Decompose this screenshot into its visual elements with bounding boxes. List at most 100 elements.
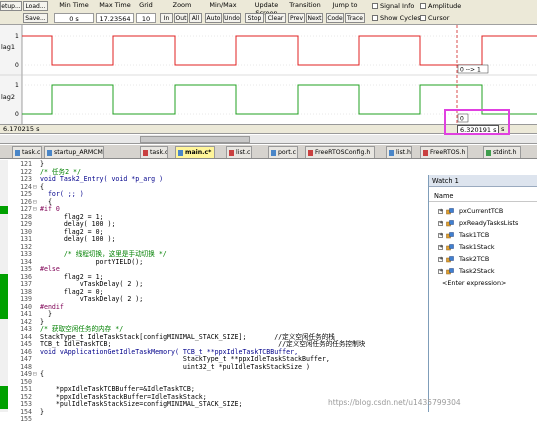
watch-name-column-header[interactable]: Name — [429, 191, 537, 202]
amplitude-checkbox[interactable]: Amplitude — [420, 2, 461, 10]
code-text: } — [40, 407, 44, 416]
transition-label: Transition — [289, 1, 321, 9]
watch-item-label: Task2Stack — [459, 267, 495, 275]
code-text: void Task2_Entry( void *p_arg ) — [40, 175, 164, 183]
expand-icon[interactable]: + — [438, 269, 443, 274]
expand-icon[interactable]: + — [438, 233, 443, 238]
fold-toggle-icon[interactable]: ⊟ — [33, 370, 39, 379]
code-button[interactable]: Code — [326, 13, 344, 23]
line-number: 155 — [20, 415, 32, 423]
tab-freertos-h[interactable]: FreeRTOS.h — [420, 146, 468, 158]
amplitude-label: Amplitude — [428, 2, 462, 10]
setup-button[interactable]: etup... — [0, 1, 22, 11]
prev-button[interactable]: Prev — [288, 13, 305, 23]
waveform-scrollbar-thumb[interactable] — [140, 136, 250, 143]
code-text: delay( 100 ); — [40, 235, 116, 243]
expand-icon[interactable]: + — [438, 221, 443, 226]
variable-icon — [446, 268, 454, 275]
tab-main-c[interactable]: main.c* — [175, 146, 215, 158]
watch-item-label: pxReadyTasksLists — [459, 219, 519, 227]
code-line[interactable]: 154} — [0, 407, 428, 417]
watch-item-label: Task1TCB — [459, 231, 490, 239]
cursor-label: Cursor — [428, 14, 450, 22]
zoom-in-button[interactable]: In — [160, 13, 173, 23]
watch-item-label: pxCurrentTCB — [459, 207, 504, 215]
code-line[interactable]: 131 delay( 100 ); — [0, 235, 428, 244]
code-text: *pulIdleTaskStackSize=configMINIMAL_STAC… — [40, 400, 243, 408]
tab-list-c[interactable]: list.c — [226, 146, 252, 158]
minmax-label: Min/Max — [209, 1, 237, 9]
execution-marker — [0, 393, 8, 401]
tab-freertosconfig-h[interactable]: FreeRTOSConfig.h — [305, 146, 375, 158]
watch-title: Watch 1 — [429, 175, 537, 187]
watch-item[interactable]: + Task2Stack — [429, 266, 537, 277]
fold-toggle-icon[interactable]: ⊟ — [33, 205, 39, 214]
code-line[interactable]: 139 vTaskDelay( 2 ); — [0, 295, 428, 304]
flag1-cursor-value: 0 --> 1 — [460, 67, 481, 74]
watch-item[interactable]: + pxCurrentTCB — [429, 206, 537, 217]
execution-marker — [0, 386, 8, 394]
signal-flag1-name: lag1 — [1, 43, 15, 51]
tab-port-c[interactable]: port.c — [268, 146, 298, 158]
grid-value: 10 ms — [136, 13, 156, 33]
watch-item[interactable]: + pxReadyTasksLists — [429, 218, 537, 229]
watch-item[interactable]: + Task1Stack — [429, 242, 537, 253]
code-line[interactable]: 125 for( ;; ) — [0, 190, 428, 199]
code-editor[interactable]: 121} 122/* 任务2 */123 void Task2_Entry( voi… — [0, 160, 428, 423]
watch-item-label: Task1Stack — [459, 243, 495, 251]
code-line[interactable]: 140 #endif — [0, 303, 428, 312]
min-time-label: Min Time — [59, 1, 89, 9]
signal-flag1-high: 1 — [15, 33, 19, 40]
stop-button[interactable]: Stop — [245, 13, 264, 23]
undo-button[interactable]: Undo — [223, 13, 241, 23]
variable-icon — [446, 232, 454, 239]
tab-stdint-h[interactable]: stdint.h — [483, 146, 521, 158]
watch-item[interactable]: + Task2TCB — [429, 254, 537, 265]
tab-startup-armcm4-s[interactable]: startup_ARMCM4.s — [44, 146, 104, 158]
watch-item[interactable]: <Enter expression> — [429, 278, 537, 289]
watermark: https://blog.csdn.net/u1435799304 — [328, 398, 461, 407]
grid-label: Grid — [139, 1, 153, 9]
show-cycles-checkbox[interactable]: Show Cycles — [372, 14, 421, 22]
code-line[interactable]: 141 } — [0, 310, 428, 319]
execution-marker — [0, 273, 8, 281]
signal-info-checkbox[interactable]: Signal Info — [372, 2, 414, 10]
code-line[interactable]: 149 ⊟{ — [0, 370, 428, 379]
execution-marker — [0, 311, 8, 319]
variable-icon — [446, 208, 454, 215]
code-line[interactable]: 123 void Task2_Entry( void *p_arg ) — [0, 175, 428, 184]
jump-to-label: Jump to — [332, 1, 358, 9]
max-time-value: 17.23564 s — [96, 13, 134, 33]
max-time-label: Max Time — [99, 1, 131, 9]
watch-item-label: <Enter expression> — [442, 279, 507, 287]
variable-icon — [446, 220, 454, 227]
code-line[interactable]: 134 portYIELD(); — [0, 258, 428, 267]
execution-marker — [0, 281, 8, 289]
fold-toggle-icon[interactable]: ⊟ — [33, 183, 39, 192]
save-button[interactable]: Save... — [23, 13, 48, 23]
watch-panel: Watch 1 Name + pxCurrentTCB + pxReadyTasksL… — [428, 175, 537, 412]
code-line[interactable]: 155 — [0, 415, 428, 424]
next-button[interactable]: Next — [306, 13, 323, 23]
expand-icon[interactable]: + — [438, 245, 443, 250]
expand-icon[interactable]: + — [438, 257, 443, 262]
zoom-all-button[interactable]: All — [189, 13, 202, 23]
code-line[interactable]: 148 uint32_t *pulIdleTaskStackSize ) — [0, 363, 428, 372]
zoom-out-button[interactable]: Out — [174, 13, 188, 23]
min-time-value: 0 s — [54, 13, 94, 23]
tab-task-c-2[interactable]: task.c — [140, 146, 168, 158]
code-line[interactable]: 126 ⊟ { — [0, 198, 428, 207]
trace-button[interactable]: Trace — [345, 13, 365, 23]
signal-flag2-low: 0 — [15, 111, 19, 118]
tab-task-c-1[interactable]: task.c — [12, 146, 42, 158]
expand-icon[interactable]: + — [438, 209, 443, 214]
auto-button[interactable]: Auto — [205, 13, 222, 23]
signal-flag2-high: 1 — [15, 82, 19, 89]
load-button[interactable]: Load... — [23, 1, 48, 11]
watch-item[interactable]: + Task1TCB — [429, 230, 537, 241]
clear-button[interactable]: Clear — [265, 13, 286, 23]
cursor-checkbox[interactable]: Cursor — [420, 14, 449, 22]
tab-list-h[interactable]: list.h — [386, 146, 412, 158]
signal-flag2-name: lag2 — [1, 93, 15, 101]
waveform-scrollbar[interactable] — [0, 135, 537, 144]
